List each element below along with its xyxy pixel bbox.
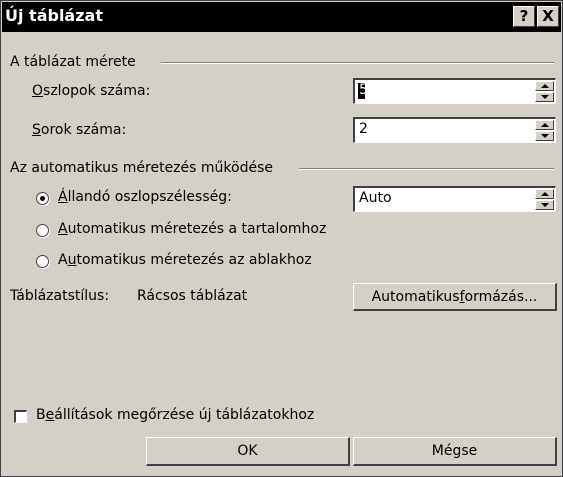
cancel-button[interactable]: Mégse bbox=[353, 437, 557, 466]
width-down-arrow[interactable] bbox=[535, 200, 554, 210]
columns-value: 5 bbox=[359, 82, 368, 98]
columns-label: Oszlopok száma: bbox=[32, 83, 151, 99]
rows-spinner[interactable]: 2 bbox=[353, 117, 556, 143]
ok-button[interactable]: OK bbox=[146, 437, 350, 466]
size-group-divider bbox=[161, 62, 554, 64]
autoformat-button[interactable]: Automatikus f ormázás... bbox=[353, 283, 557, 311]
title-bar: Új táblázat ? X bbox=[2, 2, 561, 32]
new-table-dialog: Új táblázat ? X A táblázat mérete Oszlop… bbox=[0, 0, 563, 477]
column-width-value: Auto bbox=[359, 190, 392, 206]
close-button[interactable]: X bbox=[537, 6, 559, 27]
remember-label[interactable]: Beállítások megőrzése új táblázatokhoz bbox=[36, 407, 314, 423]
rows-label: Sorok száma: bbox=[32, 122, 127, 138]
autofit-window-radio[interactable] bbox=[36, 255, 49, 268]
autofit-group-divider bbox=[299, 168, 554, 170]
width-up-arrow[interactable] bbox=[535, 189, 554, 199]
fixed-width-label[interactable]: Állandó oszlopszélesség: bbox=[58, 189, 232, 205]
column-width-spinner[interactable]: Auto bbox=[353, 186, 556, 212]
autofit-window-label[interactable]: Automatikus méretezés az ablakhoz bbox=[58, 252, 312, 268]
autofit-contents-radio[interactable] bbox=[36, 224, 49, 237]
autofit-contents-label[interactable]: Automatikus méretezés a tartalomhoz bbox=[58, 221, 326, 237]
columns-spinner[interactable]: 5 bbox=[353, 78, 556, 104]
autofit-group-label: Az automatikus méretezés működése bbox=[10, 160, 273, 176]
table-style-value: Rácsos táblázat bbox=[137, 288, 248, 304]
columns-down-arrow[interactable] bbox=[535, 92, 554, 102]
columns-up-arrow[interactable] bbox=[535, 81, 554, 91]
fixed-width-radio[interactable] bbox=[36, 192, 49, 205]
table-style-label: Táblázatstílus: bbox=[10, 288, 110, 304]
remember-checkbox[interactable] bbox=[14, 410, 27, 423]
help-button[interactable]: ? bbox=[513, 6, 535, 27]
dialog-title: Új táblázat bbox=[5, 6, 103, 25]
rows-down-arrow[interactable] bbox=[535, 131, 554, 141]
rows-up-arrow[interactable] bbox=[535, 120, 554, 130]
rows-value: 2 bbox=[359, 121, 368, 137]
size-group-label: A táblázat mérete bbox=[10, 54, 136, 70]
